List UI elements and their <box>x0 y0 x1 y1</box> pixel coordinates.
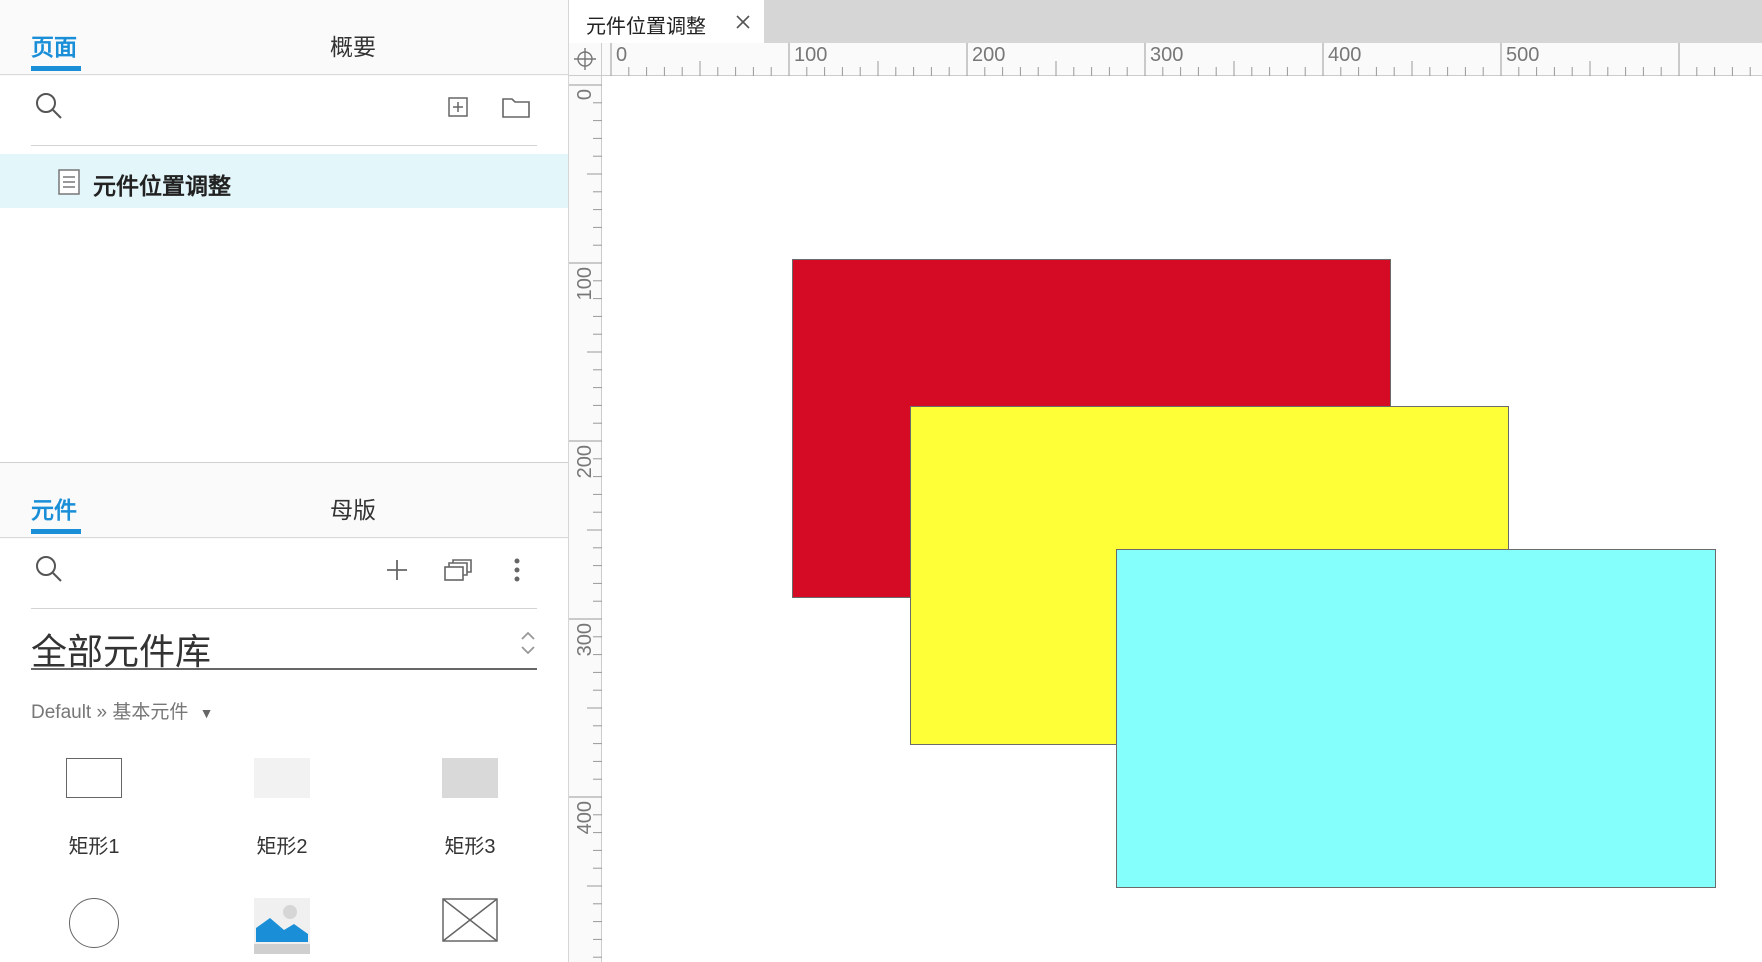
ruler-label: 100 <box>794 44 827 66</box>
ruler-origin[interactable] <box>569 43 602 76</box>
tab-pages[interactable]: 页面 <box>31 28 77 62</box>
ruler-label: 400 <box>1328 44 1361 66</box>
widgets-toolbar <box>0 539 568 609</box>
widget-image[interactable] <box>222 898 342 962</box>
ruler-label: 500 <box>1506 44 1539 66</box>
close-icon[interactable] <box>734 13 752 31</box>
document-tab-label: 元件位置调整 <box>586 16 706 38</box>
search-icon[interactable] <box>34 554 64 584</box>
rectangle-light-icon <box>254 758 310 798</box>
crosshair-icon <box>574 48 596 70</box>
horizontal-ruler-scale: 0 100 200 300 400 500 <box>610 43 1751 76</box>
page-item-positioning[interactable]: 元件位置调整 <box>0 154 568 208</box>
stack-icon[interactable] <box>443 555 473 585</box>
rectangle-gray-icon <box>442 758 498 798</box>
horizontal-ruler[interactable]: 0 100 200 300 400 500 <box>602 43 1762 76</box>
ruler-label: 100 <box>574 267 596 300</box>
ruler-label: 300 <box>574 623 596 656</box>
active-tab-indicator <box>31 529 81 534</box>
vertical-ruler-scale: 0 100 200 300 400 <box>569 84 602 958</box>
widget-label: 矩形1 <box>68 836 120 858</box>
design-canvas[interactable] <box>602 76 1762 962</box>
caret-down-icon: ▼ <box>199 705 214 721</box>
widget-label: 矩形2 <box>256 836 308 858</box>
add-page-icon[interactable] <box>443 92 473 122</box>
library-breadcrumb[interactable]: Default » 基本元件 ▼ <box>31 697 213 724</box>
tab-widgets[interactable]: 元件 <box>31 491 77 525</box>
ruler-label: 200 <box>972 44 1005 66</box>
placeholder-icon <box>442 898 498 942</box>
circle-icon <box>69 898 119 948</box>
active-tab-indicator <box>31 66 81 71</box>
document-tab-positioning[interactable]: 元件位置调整 <box>569 0 764 43</box>
more-icon[interactable] <box>502 555 532 585</box>
add-library-icon[interactable] <box>382 555 412 585</box>
widgets-tabbar: 元件 母版 <box>0 463 568 538</box>
widget-placeholder[interactable] <box>410 898 530 962</box>
library-select-value: 全部元件库 <box>31 631 212 672</box>
pages-tabbar: 页面 概要 <box>0 0 568 75</box>
document-icon <box>58 169 80 200</box>
widget-rectangle-3[interactable]: 矩形3 <box>410 758 530 868</box>
pages-toolbar <box>0 76 568 146</box>
rectangle-outline-icon <box>66 758 122 798</box>
tab-outline[interactable]: 概要 <box>330 28 376 62</box>
breadcrumb-text: Default » 基本元件 <box>31 702 189 723</box>
widget-rectangle-1[interactable]: 矩形1 <box>34 758 154 868</box>
ruler-label: 0 <box>616 44 627 66</box>
widget-label: 矩形3 <box>444 836 496 858</box>
ruler-label: 400 <box>574 801 596 834</box>
widget-circle[interactable] <box>34 898 154 962</box>
tab-masters[interactable]: 母版 <box>330 491 376 525</box>
vertical-ruler[interactable]: 0 100 200 300 400 <box>569 76 602 962</box>
library-select[interactable]: 全部元件库 <box>31 615 537 672</box>
folder-icon[interactable] <box>501 92 531 122</box>
document-tabbar: 元件位置调整 <box>569 0 1762 43</box>
widget-rectangle-2[interactable]: 矩形2 <box>222 758 342 868</box>
left-panel: 页面 概要 元件位置调整 元件 母版 全部元件库 Default » 基本元件 … <box>0 0 569 962</box>
ruler-label: 300 <box>1150 44 1183 66</box>
page-item-label: 元件位置调整 <box>93 173 231 199</box>
search-icon[interactable] <box>34 91 64 121</box>
ruler-label: 0 <box>574 89 596 100</box>
chevron-updown-icon <box>519 629 537 662</box>
ruler-label: 200 <box>574 445 596 478</box>
image-icon <box>254 898 310 954</box>
cyan-rectangle[interactable] <box>1116 549 1716 888</box>
